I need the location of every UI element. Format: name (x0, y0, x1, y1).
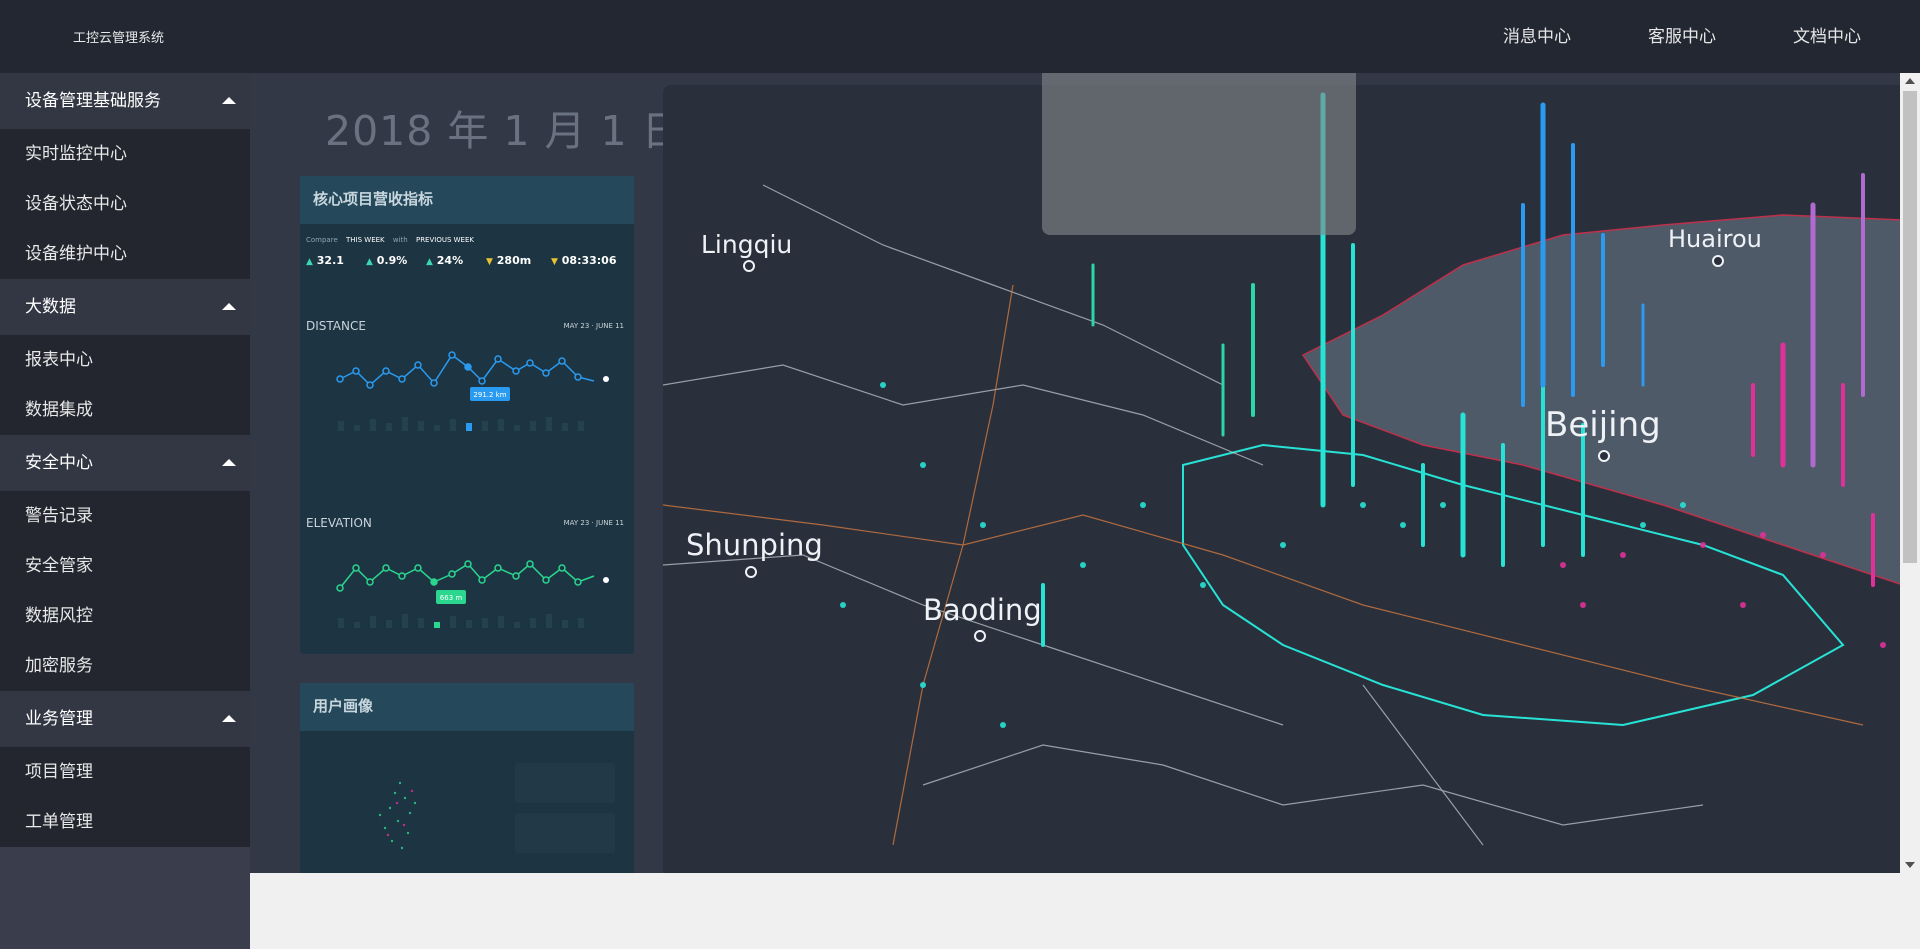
menu-group-device-services[interactable]: 设备管理基础服务 (0, 73, 250, 129)
menu-item-encryption-service[interactable]: 加密服务 (0, 641, 250, 691)
menu-item-data-risk-control[interactable]: 数据风控 (0, 591, 250, 641)
nav-customer-service[interactable]: 客服中心 (1648, 22, 1716, 47)
menu-item-device-maintenance[interactable]: 设备维护中心 (0, 229, 250, 279)
menu-group-label: 业务管理 (25, 709, 93, 729)
elevation-line-chart: 663 m (336, 560, 609, 628)
menu-group-security[interactable]: 安全中心 (0, 435, 250, 491)
range-to: JUNE 11 (596, 322, 624, 330)
compare-label: Compare (306, 236, 338, 244)
elevation-tooltip: 663 m (440, 594, 463, 602)
elevation-points (336, 560, 582, 592)
arrow-down-icon: ▼ (486, 257, 493, 267)
elevation-label: ELEVATION (306, 516, 372, 530)
city-label-shunping: Shunping (686, 528, 823, 562)
previous-week-label: PREVIOUS WEEK (415, 236, 474, 244)
range-to: JUNE 11 (596, 519, 624, 527)
arrow-up-icon: ▲ (306, 257, 313, 267)
dashboard-image: 2018 年 1 月 1 日 核心项目营收指标 Compare THIS WEE… (250, 73, 1900, 873)
panel-title: 用户画像 (300, 683, 634, 731)
stat-value: 08:33:06 (561, 254, 617, 267)
stat-item: ▼ 280m (486, 254, 531, 267)
menu-item-project-management[interactable]: 项目管理 (0, 747, 250, 797)
menu-group-label: 设备管理基础服务 (25, 91, 161, 111)
dashboard-date: 2018 年 1 月 1 日 (325, 107, 684, 155)
menu-item-security-butler[interactable]: 安全管家 (0, 541, 250, 591)
user-portrait-panel: 用户画像 (300, 683, 634, 873)
arrow-up-icon: ▲ (426, 257, 433, 267)
app-title: 工控云管理系统 (73, 31, 165, 46)
vertical-scrollbar[interactable] (1900, 73, 1920, 873)
message-card (515, 813, 615, 853)
arrow-down-icon: ▼ (551, 257, 558, 267)
nav-docs-center[interactable]: 文档中心 (1793, 22, 1861, 47)
sidebar: 设备管理基础服务 实时监控中心 设备状态中心 设备维护中心 大数据 报表中心 数… (0, 73, 250, 949)
stat-value: 280m (496, 254, 532, 267)
menu-group-label: 大数据 (25, 297, 76, 317)
distance-range: MAY 23 · JUNE 11 (563, 322, 624, 330)
panel-title: 核心项目营收指标 (300, 176, 634, 224)
scroll-down-arrow-icon[interactable] (1905, 862, 1915, 868)
distance-label: DISTANCE (306, 319, 366, 333)
elevation-bars (338, 614, 584, 628)
stat-value: 24% (436, 254, 464, 267)
city-label-huairou: Huairou (1668, 225, 1762, 253)
distance-bars (338, 417, 584, 431)
nav-message-center[interactable]: 消息中心 (1503, 22, 1571, 47)
city-label-baoding: Baoding (923, 593, 1042, 627)
menu-item-data-integration[interactable]: 数据集成 (0, 385, 250, 435)
scroll-up-arrow-icon[interactable] (1905, 78, 1915, 84)
city-label-lingqiu: Lingqiu (701, 230, 793, 259)
menu-group-business[interactable]: 业务管理 (0, 691, 250, 747)
city-marker (1712, 255, 1724, 267)
stat-value: 0.9% (376, 254, 408, 267)
floating-overlay-card (1042, 73, 1356, 235)
caret-up-icon (222, 303, 236, 310)
caret-up-icon (222, 459, 236, 466)
caret-up-icon (222, 97, 236, 104)
stats-row: ▲ 32.1 ▲ 0.9% ▲ 24% ▼ 280m ▼ 08:33:06 (306, 254, 626, 284)
stat-value: 32.1 (316, 254, 344, 267)
menu-item-device-status[interactable]: 设备状态中心 (0, 179, 250, 229)
menu-group-big-data[interactable]: 大数据 (0, 279, 250, 335)
menu-item-alert-records[interactable]: 警告记录 (0, 491, 250, 541)
stat-item: ▲ 24% (426, 254, 463, 267)
this-week-label: THIS WEEK (346, 236, 385, 244)
revenue-panel: 核心项目营收指标 Compare THIS WEEK with PREVIOUS… (300, 176, 634, 654)
sidebar-menu: 设备管理基础服务 实时监控中心 设备状态中心 设备维护中心 大数据 报表中心 数… (0, 73, 250, 847)
with-label: with (392, 236, 408, 244)
stat-item: ▼ 08:33:06 (551, 254, 617, 267)
range-from: MAY 23 (563, 519, 590, 527)
range-from: MAY 23 (563, 322, 590, 330)
caret-up-icon (222, 715, 236, 722)
distance-line-chart: 291.2 km (336, 351, 609, 431)
menu-item-work-order-management[interactable]: 工单管理 (0, 797, 250, 847)
menu-item-report-center[interactable]: 报表中心 (0, 335, 250, 385)
city-marker (745, 566, 757, 578)
menu-item-realtime-monitor[interactable]: 实时监控中心 (0, 129, 250, 179)
menu-group-label: 安全中心 (25, 453, 93, 473)
compare-row: Compare THIS WEEK with PREVIOUS WEEK (306, 236, 474, 244)
stat-item: ▲ 0.9% (366, 254, 407, 267)
message-card (515, 763, 615, 803)
city-marker (1598, 450, 1610, 462)
stat-item: ▲ 32.1 (306, 254, 344, 267)
scrollbar-thumb[interactable] (1903, 91, 1917, 563)
distance-tooltip: 291.2 km (473, 391, 506, 399)
elevation-range: MAY 23 · JUNE 11 (563, 519, 624, 527)
city-marker (974, 630, 986, 642)
top-bar: 工控云管理系统 消息中心 客服中心 文档中心 (0, 0, 1920, 73)
city-marker (743, 260, 755, 272)
arrow-up-icon: ▲ (366, 257, 373, 267)
face-point-cloud (378, 781, 417, 850)
city-label-beijing: Beijing (1545, 405, 1661, 445)
